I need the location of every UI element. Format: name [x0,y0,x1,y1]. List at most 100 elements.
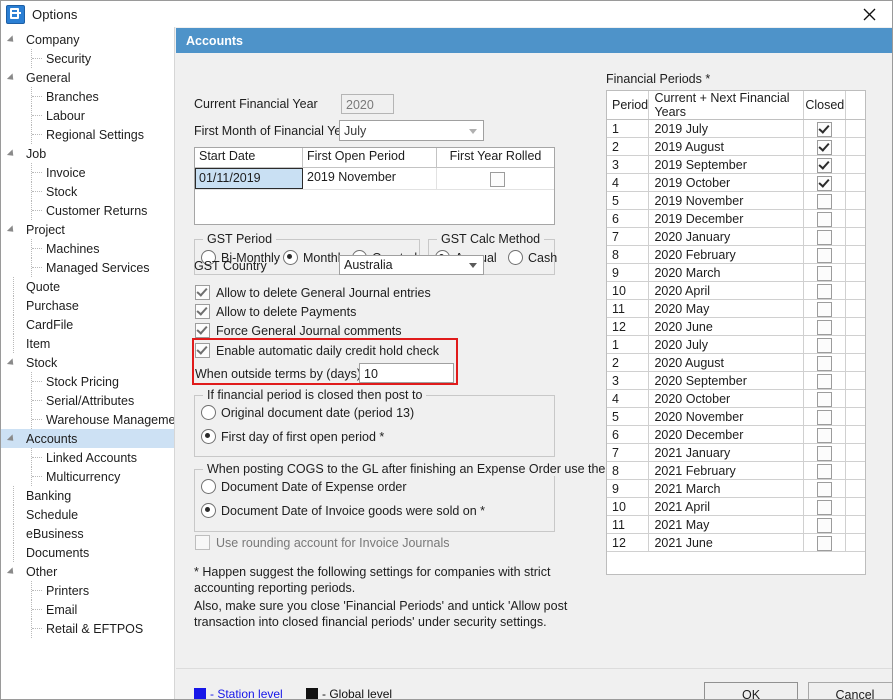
gst-country-select[interactable]: Australia [339,255,484,275]
first-month-select[interactable]: July [339,120,484,141]
cell-closed[interactable] [803,245,847,264]
sidebar-item-multicurrency[interactable]: Multicurrency [1,467,174,486]
cell-closed[interactable] [803,407,847,426]
closed-checkbox[interactable] [817,319,833,335]
sidebar-item-project[interactable]: Project [1,220,174,239]
expander-triangle-icon[interactable] [6,225,17,235]
navigation-tree[interactable]: Company Security General Branches Labour Regi… [1,27,175,699]
sidebar-item-schedule[interactable]: Schedule [1,505,174,524]
radio-document-date-expense[interactable]: Document Date of Expense order [201,479,407,494]
first-year-rolled-checkbox[interactable] [490,172,505,187]
checkbox-credit-hold[interactable]: Enable automatic daily credit hold check [195,343,439,358]
closed-checkbox[interactable] [817,301,833,317]
closed-checkbox[interactable] [817,337,833,353]
table-row[interactable]: 9 2020 March [607,263,865,282]
cell-closed[interactable] [803,371,847,390]
cell-first-year-rolled[interactable] [437,168,554,189]
financial-periods-table[interactable]: Period Current + Next Financial Years Cl… [606,90,866,575]
table-row[interactable]: 12 2021 June [607,533,865,552]
closed-checkbox[interactable] [817,247,833,263]
checkbox-allow-delete-payments[interactable]: Allow to delete Payments [195,304,356,319]
cell-closed[interactable] [803,119,847,138]
cell-closed[interactable] [803,209,847,228]
closed-checkbox[interactable] [817,355,833,371]
cell-closed[interactable] [803,137,847,156]
closed-checkbox[interactable] [817,517,833,533]
cell-closed[interactable] [803,533,847,552]
closed-checkbox[interactable] [817,445,833,461]
table-row[interactable]: 7 2020 January [607,227,865,246]
closed-checkbox[interactable] [817,409,833,425]
cell-closed[interactable] [803,317,847,336]
credit-hold-days-input[interactable]: 10 [359,363,454,383]
sidebar-item-printers[interactable]: Printers [1,581,174,600]
cell-closed[interactable] [803,443,847,462]
sidebar-item-branches[interactable]: Branches [1,87,174,106]
cell-closed[interactable] [803,281,847,300]
sidebar-item-warehouse-management[interactable]: Warehouse Management [1,410,174,429]
table-row[interactable]: 6 2020 December [607,425,865,444]
cell-closed[interactable] [803,389,847,408]
table-row[interactable]: 7 2021 January [607,443,865,462]
table-row[interactable]: 3 2020 September [607,371,865,390]
table-row[interactable]: 8 2020 February [607,245,865,264]
radio-first-day-open-period[interactable]: First day of first open period * [201,429,384,444]
cell-closed[interactable] [803,497,847,516]
cell-closed[interactable] [803,461,847,480]
radio-cash[interactable]: Cash [508,250,557,265]
current-financial-year-value[interactable]: 2020 [341,94,394,114]
table-row[interactable]: 01/11/2019 2019 November [195,168,554,190]
cell-closed[interactable] [803,425,847,444]
sidebar-item-security[interactable]: Security [1,49,174,68]
sidebar-item-regional-settings[interactable]: Regional Settings [1,125,174,144]
sidebar-item-stock-pricing[interactable]: Stock Pricing [1,372,174,391]
cell-closed[interactable] [803,227,847,246]
table-row[interactable]: 12 2020 June [607,317,865,336]
expander-triangle-icon[interactable] [6,73,17,83]
start-date-grid[interactable]: Start Date First Open Period First Year … [194,147,555,225]
sidebar-item-other[interactable]: Other [1,562,174,581]
table-row[interactable]: 9 2021 March [607,479,865,498]
sidebar-item-accounts[interactable]: Accounts [1,429,174,448]
table-row[interactable]: 8 2021 February [607,461,865,480]
sidebar-item-serial-attributes[interactable]: Serial/Attributes [1,391,174,410]
expander-triangle-icon[interactable] [6,358,17,368]
sidebar-item-stock[interactable]: Stock [1,182,174,201]
table-row[interactable]: 10 2020 April [607,281,865,300]
closed-checkbox[interactable] [817,175,833,191]
table-row[interactable]: 4 2019 October [607,173,865,192]
cell-closed[interactable] [803,353,847,372]
radio-monthly[interactable]: Monthly [283,250,347,265]
closed-checkbox[interactable] [817,121,833,137]
radio-document-date-invoice[interactable]: Document Date of Invoice goods were sold… [201,503,485,518]
sidebar-item-invoice[interactable]: Invoice [1,163,174,182]
sidebar-item-customer-returns[interactable]: Customer Returns [1,201,174,220]
sidebar-item-documents[interactable]: Documents [1,543,174,562]
cancel-button[interactable]: Cancel [808,682,892,699]
cell-closed[interactable] [803,155,847,174]
table-row[interactable]: 2 2020 August [607,353,865,372]
table-row[interactable]: 6 2019 December [607,209,865,228]
expander-triangle-icon[interactable] [6,149,17,159]
table-row[interactable]: 1 2020 July [607,335,865,354]
cell-start-date[interactable]: 01/11/2019 [195,168,303,189]
checkbox-force-gj-comments[interactable]: Force General Journal comments [195,323,402,338]
sidebar-item-item[interactable]: Item [1,334,174,353]
sidebar-item-labour[interactable]: Labour [1,106,174,125]
closed-checkbox[interactable] [817,211,833,227]
cell-closed[interactable] [803,173,847,192]
closed-checkbox[interactable] [817,499,833,515]
radio-original-document-date[interactable]: Original document date (period 13) [201,405,414,420]
closed-checkbox[interactable] [817,373,833,389]
closed-checkbox[interactable] [817,427,833,443]
checkbox-allow-delete-gj[interactable]: Allow to delete General Journal entries [195,285,431,300]
checkbox-use-rounding-account[interactable]: Use rounding account for Invoice Journal… [195,535,449,550]
sidebar-item-general[interactable]: General [1,68,174,87]
sidebar-item-retail-eftpos[interactable]: Retail & EFTPOS [1,619,174,638]
closed-checkbox[interactable] [817,391,833,407]
table-row[interactable]: 11 2021 May [607,515,865,534]
cell-closed[interactable] [803,299,847,318]
closed-checkbox[interactable] [817,139,833,155]
expander-triangle-icon[interactable] [6,35,17,45]
cell-closed[interactable] [803,263,847,282]
